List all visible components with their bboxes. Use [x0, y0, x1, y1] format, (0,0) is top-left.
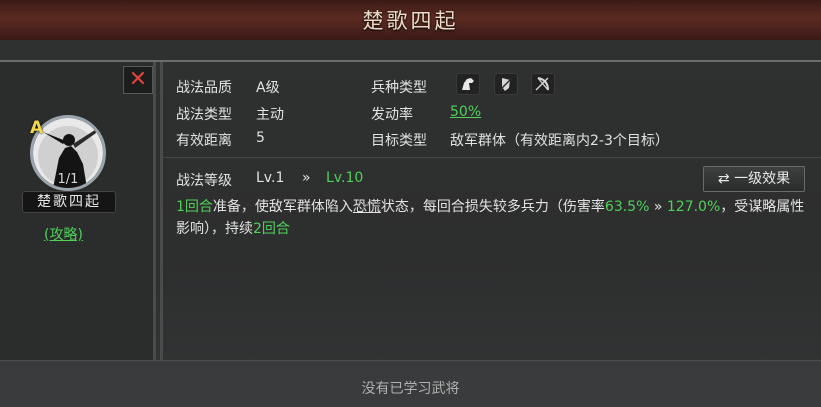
- quality-label: 战法品质: [176, 80, 232, 96]
- skill-level-label: 战法等级: [176, 173, 232, 189]
- page-title: 楚歌四起: [362, 9, 459, 33]
- grade-badge: A: [30, 118, 44, 138]
- trigger-rate-label: 发动率: [371, 107, 413, 123]
- target-type-label: 目标类型: [371, 133, 427, 149]
- max-level: Lv.10: [326, 170, 364, 186]
- bow-icon: [531, 73, 555, 95]
- trigger-rate-value[interactable]: 50%: [450, 104, 481, 120]
- damage-rate-to: 127.0%: [666, 199, 721, 215]
- close-icon: ✕: [128, 67, 148, 92]
- desc-text-2: 状态，每回合损失较多兵力（伤害率: [380, 199, 605, 215]
- skill-type-label: 战法类型: [176, 107, 232, 123]
- troop-type-label: 兵种类型: [371, 80, 427, 96]
- title-bar: 楚歌四起: [0, 0, 821, 41]
- shield-icon: [494, 73, 518, 95]
- no-learned-generals-text: 没有已学习武将: [361, 381, 460, 397]
- level-arrow: »: [302, 170, 311, 186]
- section-divider: [163, 157, 821, 158]
- vertical-divider: [160, 62, 163, 362]
- desc-text-1: 准备，使敌军群体陷入: [212, 199, 353, 215]
- range-value: 5: [256, 130, 265, 146]
- skill-name-plate: 楚歌四起: [22, 191, 116, 213]
- panic-keyword[interactable]: 恐慌: [353, 199, 381, 215]
- target-type-value: 敌军群体（有效距离内2-3个目标）: [450, 133, 669, 149]
- skill-count: 1/1: [57, 172, 79, 187]
- close-button[interactable]: ✕: [123, 66, 153, 94]
- level-effect-button[interactable]: ⇄ 一级效果: [703, 166, 805, 192]
- damage-rate-from: 63.5%: [604, 199, 650, 215]
- duration-rounds: 2回合: [253, 221, 290, 237]
- cavalry-icon: [456, 73, 480, 95]
- prep-rounds: 1回合: [176, 199, 213, 215]
- quality-value: A级: [256, 80, 280, 96]
- current-level: Lv.1: [256, 170, 285, 186]
- range-label: 有效距离: [176, 133, 232, 149]
- guide-link[interactable]: (攻略): [44, 224, 83, 244]
- damage-rate-arrow: »: [649, 199, 667, 215]
- skill-description: 1回合准备，使敌军群体陷入恐慌状态，每回合损失较多兵力（伤害率63.5% » 1…: [176, 196, 806, 240]
- skill-type-value: 主动: [256, 107, 284, 123]
